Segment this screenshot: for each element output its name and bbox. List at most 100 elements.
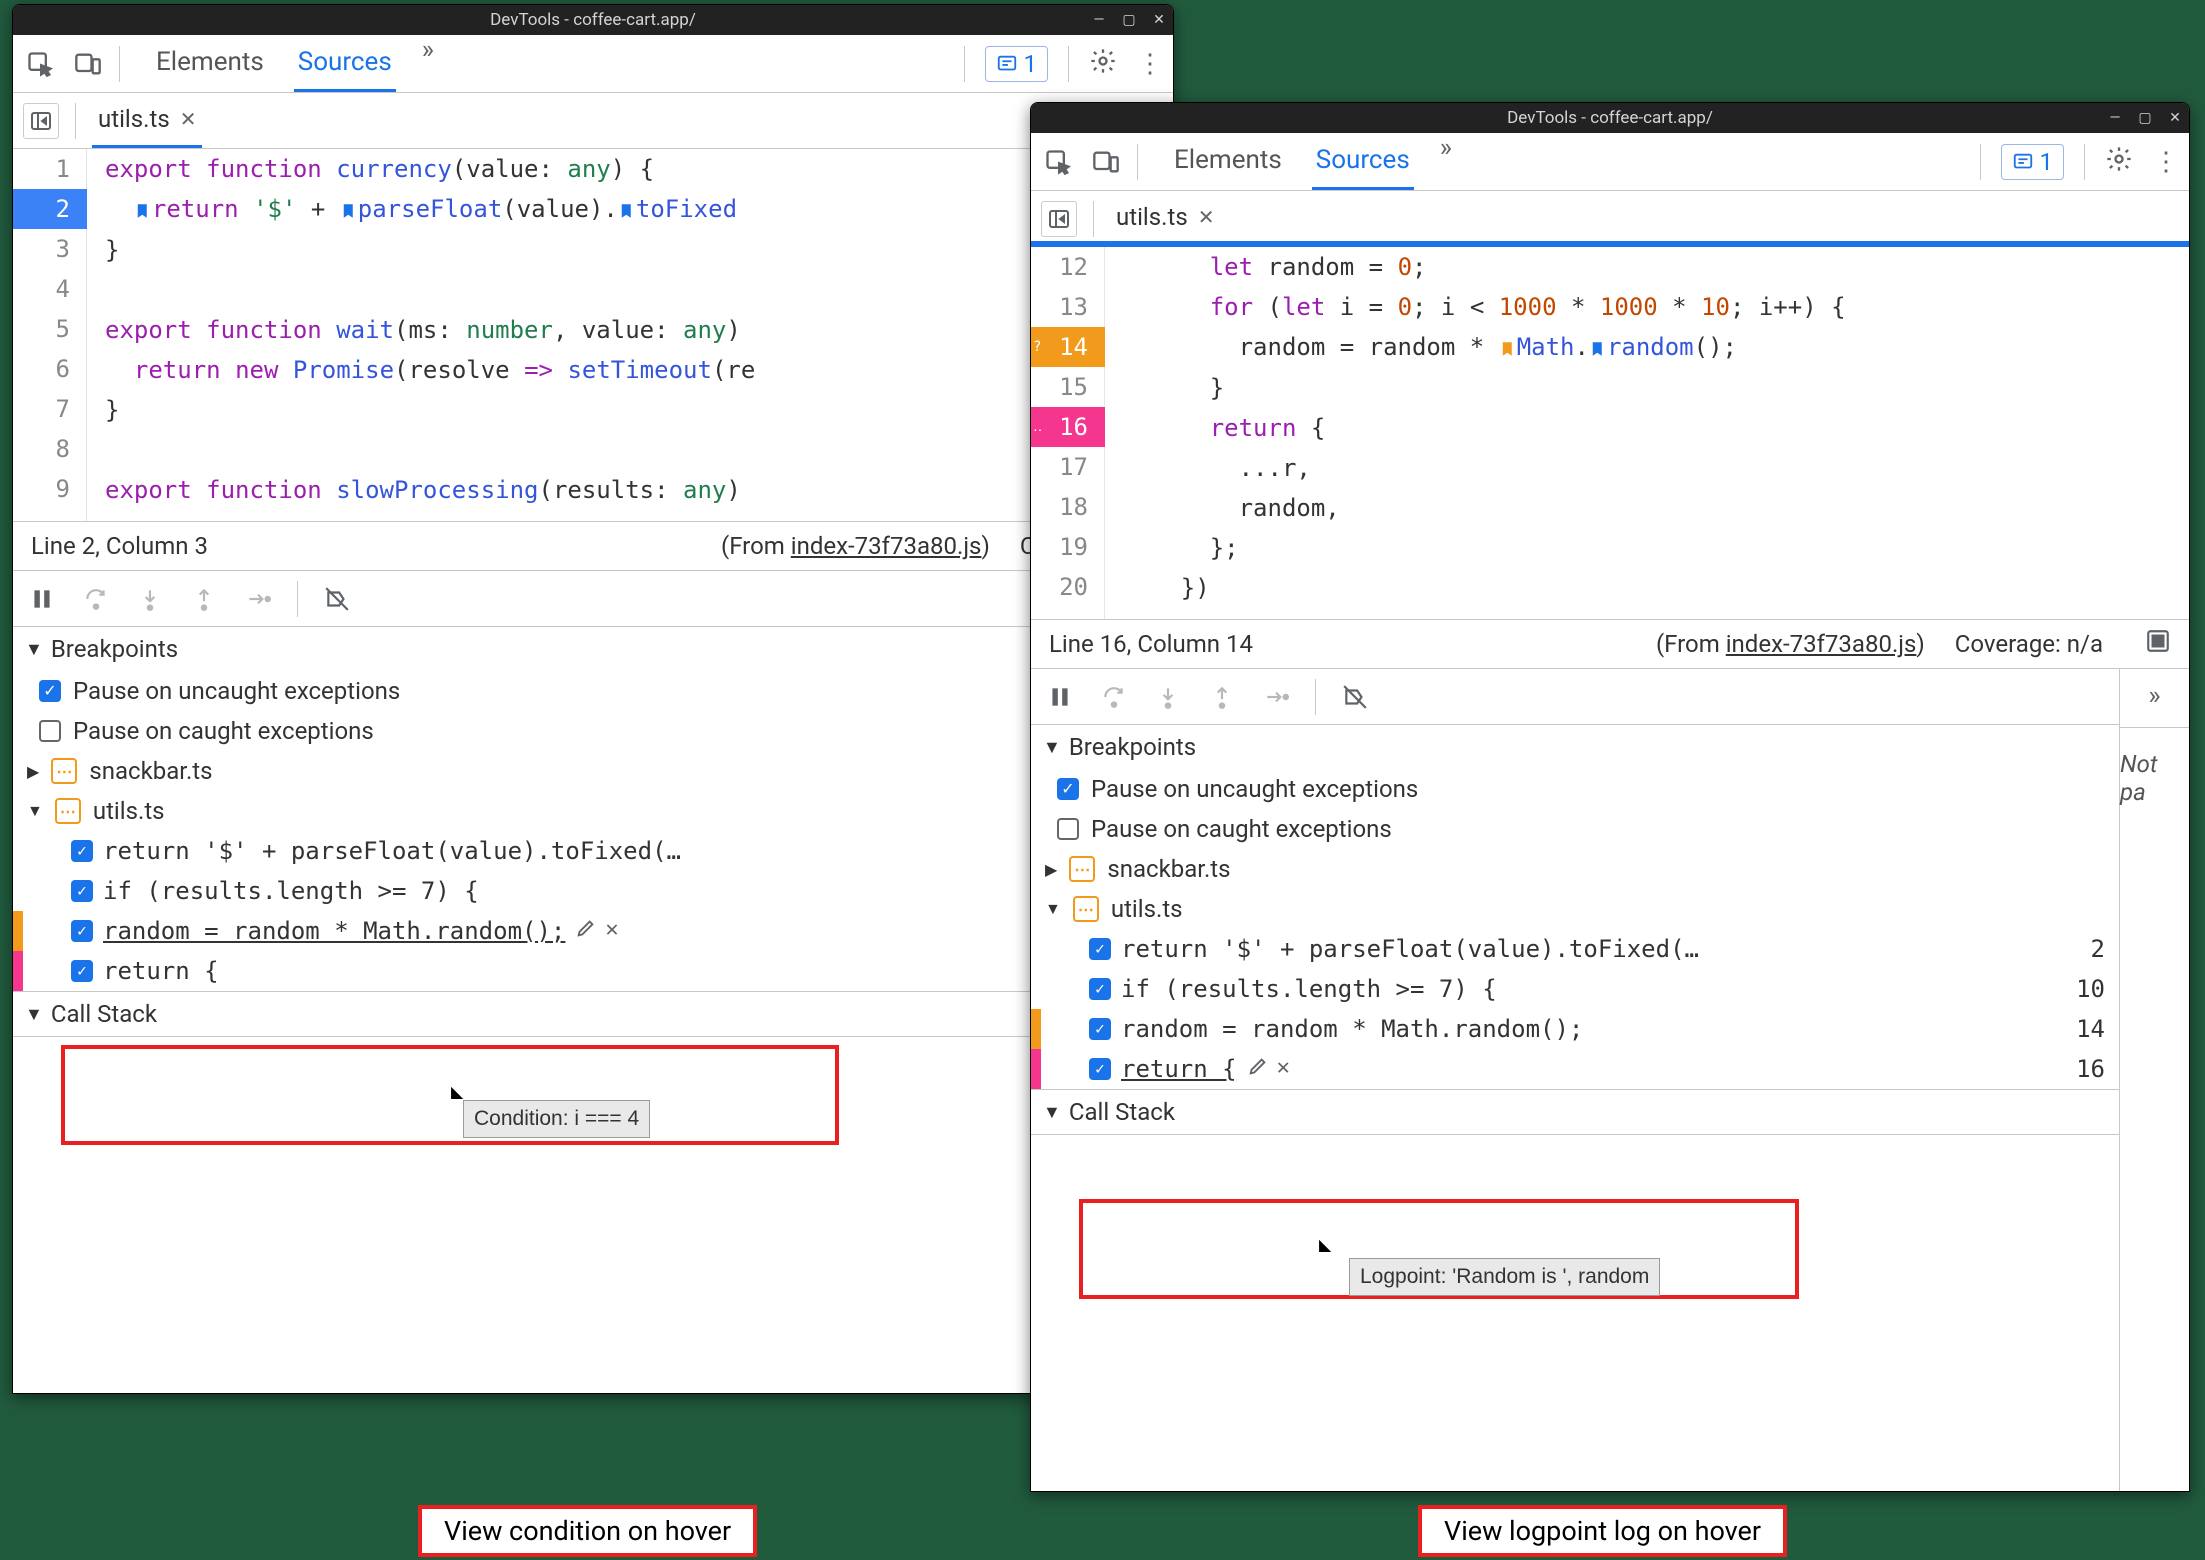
checkbox[interactable] (71, 840, 93, 862)
pause-uncaught-row[interactable]: Pause on uncaught exceptions (13, 671, 1173, 711)
maximize-button[interactable]: ▢ (2137, 110, 2153, 126)
deactivate-breakpoints-icon[interactable] (1340, 682, 1370, 712)
kebab-menu-icon[interactable]: ⋮ (2153, 147, 2179, 177)
code-line[interactable]: let random = 0; (1123, 247, 1846, 287)
gutter-line[interactable]: 20 (1031, 567, 1104, 607)
gutter-line[interactable]: 2 (13, 189, 86, 229)
remove-breakpoint-icon[interactable]: ✕ (1277, 1055, 1290, 1083)
code-editor[interactable]: 1213?1415‥1617181920 let random = 0; for… (1031, 247, 2189, 619)
minimize-button[interactable]: — (1091, 12, 1107, 28)
settings-gear-icon[interactable] (1089, 47, 1117, 80)
code-line[interactable]: }; (1123, 528, 1846, 568)
gutter-line[interactable]: 7 (13, 389, 86, 429)
bp-file-row[interactable]: ▼⋯utils.ts (1031, 889, 2119, 929)
code-line[interactable] (105, 270, 755, 310)
device-toggle-icon[interactable] (71, 47, 105, 81)
call-stack-header[interactable]: ▼Call Stack (1031, 1090, 2119, 1134)
gutter-line[interactable]: 18 (1031, 487, 1104, 527)
pause-resume-icon[interactable] (1045, 682, 1075, 712)
tab-sources[interactable]: Sources (1312, 133, 1414, 190)
issues-badge[interactable]: 1 (2001, 144, 2065, 180)
step-icon[interactable] (243, 584, 273, 614)
breakpoint-row[interactable]: if (results.length >= 7) {10 (1031, 969, 2119, 1009)
code-line[interactable]: } (105, 390, 755, 430)
gutter-line[interactable]: 4 (13, 269, 86, 309)
gutter-line[interactable]: 1 (13, 149, 86, 189)
step-out-icon[interactable] (189, 584, 219, 614)
code-line[interactable]: export function wait(ms: number, value: … (105, 310, 755, 350)
gutter-line[interactable]: 8 (13, 429, 86, 469)
navigator-toggle-icon[interactable] (23, 103, 59, 139)
tab-elements[interactable]: Elements (152, 35, 268, 92)
close-tab-icon[interactable]: ✕ (1198, 205, 1215, 229)
minimize-button[interactable]: — (2107, 110, 2123, 126)
breakpoint-row[interactable]: if (results.length >= 7) {10 (13, 871, 1173, 911)
gutter-line[interactable]: 9 (13, 469, 86, 509)
gutter-line[interactable]: 6 (13, 349, 86, 389)
settings-gear-icon[interactable] (2105, 145, 2133, 178)
code-line[interactable]: random, (1123, 488, 1846, 528)
step-out-icon[interactable] (1207, 682, 1237, 712)
code-line[interactable]: export function slowProcessing(results: … (105, 470, 755, 510)
checkbox[interactable] (71, 880, 93, 902)
step-over-icon[interactable] (1099, 682, 1129, 712)
breakpoints-header[interactable]: ▼Breakpoints (1031, 725, 2119, 769)
code-line[interactable]: random = random * Math.random(); (1123, 327, 1846, 368)
remove-breakpoint-icon[interactable]: ✕ (605, 917, 618, 945)
close-window-button[interactable]: ✕ (2167, 110, 2183, 126)
code-line[interactable]: return { (1123, 408, 1846, 448)
gutter-line[interactable]: 3 (13, 229, 86, 269)
coverage-toggle-icon[interactable] (2145, 628, 2171, 660)
call-stack-header[interactable]: ▼Call Stack (13, 992, 1173, 1036)
breakpoint-row[interactable]: return '$' + parseFloat(value).toFixed(…… (13, 831, 1173, 871)
breakpoints-header[interactable]: ▼Breakpoints (13, 627, 1173, 671)
issues-badge[interactable]: 1 (985, 46, 1049, 82)
breakpoint-row[interactable]: random = random * Math.random();✕14 (13, 911, 1173, 951)
step-over-icon[interactable] (81, 584, 111, 614)
inspect-icon[interactable] (1041, 145, 1075, 179)
checkbox[interactable] (1089, 938, 1111, 960)
gutter-line[interactable]: 13 (1031, 287, 1104, 327)
breakpoint-row[interactable]: return {16 (13, 951, 1173, 991)
more-tabs-chevron-icon[interactable]: » (1440, 133, 1452, 190)
tab-elements[interactable]: Elements (1170, 133, 1286, 190)
close-tab-icon[interactable]: ✕ (180, 107, 197, 131)
code-editor[interactable]: 123456789export function currency(value:… (13, 149, 1173, 521)
step-into-icon[interactable] (1153, 682, 1183, 712)
code-line[interactable]: return '$' + parseFloat(value).toFixed (105, 189, 755, 230)
breakpoint-row[interactable]: return '$' + parseFloat(value).toFixed(…… (1031, 929, 2119, 969)
pause-resume-icon[interactable] (27, 584, 57, 614)
code-line[interactable] (105, 430, 755, 470)
code-line[interactable]: } (105, 230, 755, 270)
inspect-icon[interactable] (23, 47, 57, 81)
gutter-line[interactable]: ‥16 (1031, 407, 1104, 447)
edit-breakpoint-icon[interactable] (1247, 1055, 1269, 1083)
code-line[interactable]: ...r, (1123, 448, 1846, 488)
checkbox[interactable] (71, 920, 93, 942)
close-window-button[interactable]: ✕ (1151, 12, 1167, 28)
expand-chevron-icon[interactable]: » (2148, 681, 2160, 711)
code-line[interactable]: }) (1123, 568, 1846, 608)
code-line[interactable]: export function currency(value: any) { (105, 149, 755, 189)
gutter-line[interactable]: 15 (1031, 367, 1104, 407)
kebab-menu-icon[interactable]: ⋮ (1137, 49, 1163, 79)
gutter-line[interactable]: 17 (1031, 447, 1104, 487)
code-line[interactable]: } (1123, 368, 1846, 408)
gutter-line[interactable]: 12 (1031, 247, 1104, 287)
deactivate-breakpoints-icon[interactable] (322, 584, 352, 614)
file-tab-utils[interactable]: utils.ts ✕ (1110, 191, 1220, 246)
pause-caught-row[interactable]: Pause on caught exceptions (1031, 809, 2119, 849)
step-into-icon[interactable] (135, 584, 165, 614)
checkbox[interactable] (1089, 1018, 1111, 1040)
checkbox[interactable] (1057, 818, 1079, 840)
pause-uncaught-row[interactable]: Pause on uncaught exceptions (1031, 769, 2119, 809)
checkbox[interactable] (1089, 1058, 1111, 1080)
bp-file-row[interactable]: ▼⋯utils.ts (13, 791, 1173, 831)
step-icon[interactable] (1261, 682, 1291, 712)
checkbox[interactable] (1089, 978, 1111, 1000)
checkbox[interactable] (39, 680, 61, 702)
navigator-toggle-icon[interactable] (1041, 201, 1077, 237)
pause-caught-row[interactable]: Pause on caught exceptions (13, 711, 1173, 751)
code-line[interactable]: for (let i = 0; i < 1000 * 1000 * 10; i+… (1123, 287, 1846, 327)
bp-file-row[interactable]: ▶⋯snackbar.ts (13, 751, 1173, 791)
